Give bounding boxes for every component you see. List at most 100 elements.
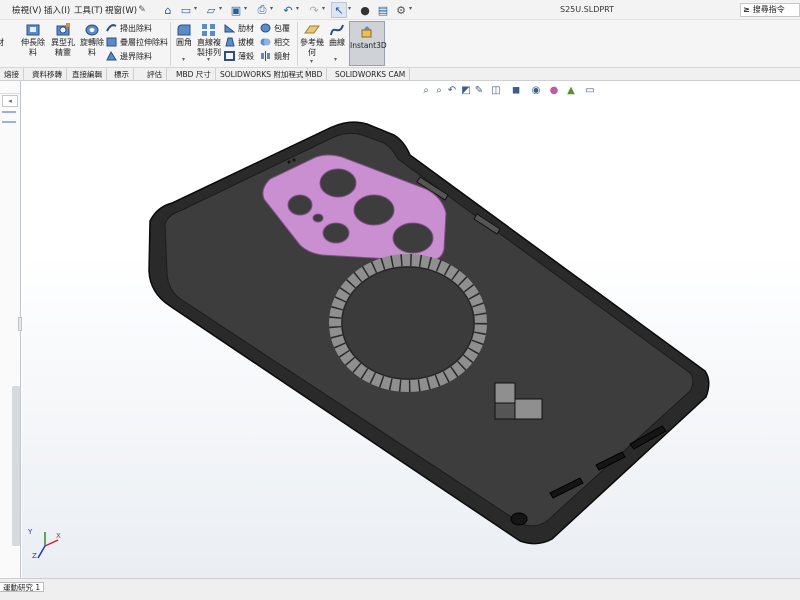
instant3d-label: Instant3D: [350, 41, 387, 50]
tab-evaluate[interactable]: 評估: [143, 68, 167, 81]
panel-scrollbar[interactable]: [12, 386, 20, 546]
search-placeholder: 搜尋指令: [752, 5, 785, 14]
tree-indicator: [2, 121, 16, 123]
intersect-button[interactable]: 相交: [260, 36, 290, 49]
tab-mbd[interactable]: MBD: [301, 68, 328, 81]
command-prompt-icon: ≥: [743, 5, 750, 14]
triad-y-label: Y: [28, 528, 33, 536]
triad-x-label: X: [56, 532, 61, 540]
reference-geometry-label-1: 參考幾: [300, 38, 324, 47]
ribbon-cut-label[interactable]: 材: [0, 38, 4, 48]
tab-solidworks-addins[interactable]: SOLIDWORKS 附加程式: [216, 68, 309, 81]
hole-wizard-icon: [56, 23, 70, 36]
save-icon[interactable]: ▣: [228, 2, 244, 18]
tab-mbd-dimensions[interactable]: MBD 尺寸: [172, 68, 216, 81]
camera-lens: [319, 168, 357, 198]
tab-data-migration[interactable]: 資料移轉: [28, 68, 67, 81]
graphics-area[interactable]: ⌕ ⌕ ↶ ◩ ✎ ◫ ◼ ◉ ● ▲ ▭: [22, 81, 800, 578]
mic-hole: [292, 158, 296, 162]
panel-header: [0, 84, 20, 94]
tab-markup[interactable]: 標示: [110, 68, 134, 81]
lofted-cut-button[interactable]: 疊層拉伸除料: [106, 36, 168, 49]
hole-wizard-label-2: 精靈: [55, 48, 71, 57]
bottom-port: [510, 512, 528, 526]
lofted-cut-label: 疊層拉伸除料: [120, 38, 168, 47]
reference-triad: Y X Z: [28, 528, 62, 562]
print-icon[interactable]: ⎙: [254, 2, 270, 18]
rebuild-icon[interactable]: ●: [357, 2, 373, 18]
magsafe-inner: [341, 266, 475, 380]
linear-pattern-icon: [202, 24, 215, 36]
linear-pattern-button[interactable]: 直線複 製排列: [196, 23, 222, 58]
draft-icon: [225, 37, 235, 47]
curves-button[interactable]: 曲線: [326, 23, 348, 48]
open-icon[interactable]: ▱: [203, 2, 219, 18]
status-bar: 運動研究 1: [0, 578, 800, 600]
draft-button[interactable]: 拔模: [224, 36, 254, 49]
menu-tools[interactable]: 工具(T): [74, 4, 103, 16]
hole-wizard-button[interactable]: 異型孔 精靈: [50, 23, 76, 58]
mirror-label: 鏡射: [274, 52, 290, 61]
extruded-cut-button[interactable]: 伸長除 料: [20, 23, 46, 58]
lofted-cut-icon: [106, 37, 117, 47]
flash: [312, 213, 324, 223]
menu-view[interactable]: 檢視(V): [12, 4, 41, 16]
tab-weldments[interactable]: 熔接: [0, 68, 24, 81]
instant3d-button[interactable]: Instant3D: [349, 21, 387, 66]
undo-icon[interactable]: ↶: [280, 2, 296, 18]
boundary-cut-button[interactable]: 邊界除料: [106, 50, 152, 63]
mirror-icon: [261, 51, 270, 61]
menu-window[interactable]: 視窗(W): [105, 4, 137, 16]
shell-button[interactable]: 薄殼: [224, 50, 254, 63]
mirror-button[interactable]: 鏡射: [260, 50, 290, 63]
revolved-cut-label-1: 旋轉除: [80, 38, 104, 47]
feature-manager-panel[interactable]: ◂: [0, 81, 22, 578]
tab-solidworks-cam[interactable]: SOLIDWORKS CAM: [331, 68, 411, 81]
shell-label: 薄殼: [238, 52, 254, 61]
intersect-label: 相交: [274, 38, 290, 47]
revolved-cut-icon: [85, 24, 99, 36]
extruded-cut-label-2: 料: [29, 48, 37, 57]
camera-lens: [322, 222, 350, 244]
rib-label: 肋材: [238, 24, 254, 33]
camera-lens: [353, 194, 395, 226]
extruded-cut-icon: [26, 24, 40, 36]
intersect-icon: [260, 38, 271, 46]
swept-cut-button[interactable]: 掃出除料: [106, 22, 152, 35]
search-input[interactable]: ≥ 搜尋指令: [740, 3, 800, 17]
revolved-cut-button[interactable]: 旋轉除 料: [79, 23, 105, 58]
instant3d-icon: [361, 26, 372, 38]
shell-icon: [224, 51, 235, 61]
alignment-magnet: [514, 398, 543, 420]
select-icon[interactable]: ↖: [331, 2, 347, 18]
fillet-icon: [177, 24, 191, 36]
swept-cut-icon: [106, 24, 117, 32]
new-document-icon[interactable]: ▭: [178, 2, 194, 18]
rib-icon: [224, 23, 235, 33]
title-bar: 檢視(V) 插入(I) 工具(T) 視窗(W) ✎ ⌂ ▭ ▾ ▱ ▾ ▣ ▾ …: [0, 0, 800, 20]
tab-direct-editing[interactable]: 直接編輯: [68, 68, 107, 81]
revolved-cut-label-2: 料: [88, 48, 96, 57]
wrap-button[interactable]: 包覆: [260, 22, 290, 35]
curves-label: 曲線: [329, 38, 345, 47]
phone-case-model[interactable]: [22, 81, 800, 578]
options-icon[interactable]: ⚙: [393, 2, 409, 18]
linear-pattern-label-1: 直線複: [197, 38, 221, 47]
motion-study-tab[interactable]: 運動研究 1: [0, 582, 45, 592]
reference-geometry-icon: [304, 25, 320, 34]
redo-icon[interactable]: ↷: [306, 2, 322, 18]
fillet-button[interactable]: 圓角: [173, 23, 195, 48]
hole-wizard-label-1: 異型孔: [51, 38, 75, 47]
menu-insert[interactable]: 插入(I): [44, 4, 70, 16]
home-icon[interactable]: ⌂: [160, 2, 176, 18]
triad-z-label: Z: [32, 552, 37, 560]
rib-button[interactable]: 肋材: [224, 22, 254, 35]
command-manager: 材 伸長除 料 異型孔 精靈 旋轉除 料 掃出除料 疊層拉伸除料 邊界除料 圓角…: [0, 20, 800, 68]
camera-lens: [392, 222, 434, 254]
ribbon-separator: [297, 22, 298, 66]
document-title: S25U.SLDPRT: [560, 5, 615, 14]
pin-icon[interactable]: ✎: [134, 2, 150, 18]
file-properties-icon[interactable]: ▤: [375, 2, 391, 18]
reference-geometry-button[interactable]: 參考幾 何: [299, 23, 325, 58]
panel-collapse-arrow-icon[interactable]: ◂: [2, 95, 18, 107]
